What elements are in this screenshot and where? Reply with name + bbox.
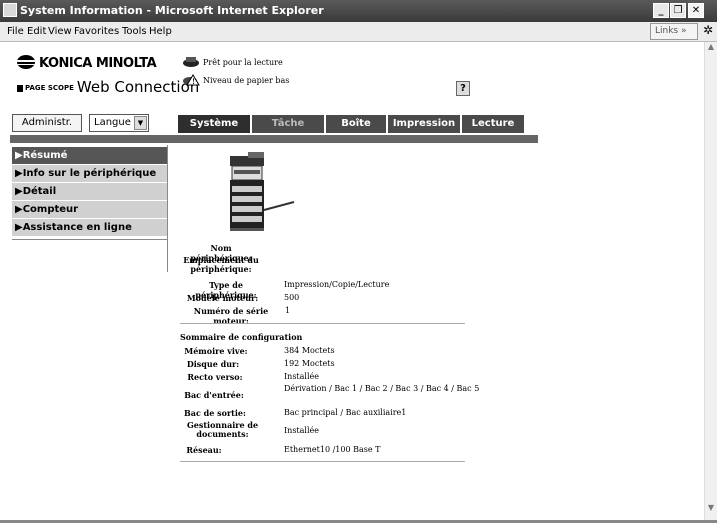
status-ready-text: Prêt pour la lecture — [203, 58, 283, 67]
sidebar-separator — [167, 145, 168, 272]
menu-edit[interactable]: Edit — [27, 26, 46, 37]
tab-lecture[interactable]: Lecture — [462, 115, 524, 133]
hdd-label: Disque dur: — [186, 359, 240, 369]
tab-impression[interactable]: Impression — [388, 115, 460, 133]
help-button[interactable]: ? — [456, 81, 470, 96]
language-label: Langue — [94, 117, 131, 128]
output-tray-label: Bac de sortie: — [184, 408, 246, 418]
web-connection-logo: PAGE SCOPE Web Connection — [17, 78, 199, 96]
engine-serial-value: 1 — [285, 306, 291, 315]
menu-favorites[interactable]: Favorites — [74, 26, 119, 37]
scroll-down-icon[interactable]: ▼ — [705, 503, 717, 516]
ram-label: Mémoire vive: — [184, 346, 248, 356]
product-name: Web Connection — [76, 78, 200, 96]
doc-manager-value: Installée — [284, 426, 319, 435]
input-tray-value: Dérivation / Bac 1 / Bac 2 / Bac 3 / Bac… — [284, 384, 480, 393]
sidebar-item-online-help[interactable]: ▶Assistance en ligne — [12, 219, 167, 237]
globe-icon — [17, 55, 35, 69]
sidebar-item-resume[interactable]: ▶Résumé — [12, 147, 167, 165]
tab-systeme[interactable]: Système — [178, 115, 250, 133]
doc-manager-label: Gestionnaire de documents: — [186, 420, 259, 439]
config-section-title: Sommaire de configuration — [180, 332, 303, 342]
section-divider — [180, 323, 465, 324]
status-paper-text: Niveau de papier bas — [203, 76, 290, 85]
ram-value: 384 Moctets — [284, 346, 335, 355]
restore-icon[interactable]: ❐ — [670, 3, 686, 18]
output-tray-value: Bac principal / Bac auxiliaire1 — [284, 408, 407, 417]
page-viewport: KONICA MINOLTA PAGE SCOPE Web Connection … — [0, 42, 704, 520]
ie-window-icon[interactable] — [3, 3, 17, 17]
tab-boite[interactable]: Boîte — [326, 115, 386, 133]
status-ready: Prêt pour la lecture — [182, 56, 283, 68]
input-tray-label: Bac d'entrée: — [184, 390, 244, 400]
duplex-value: Installée — [284, 372, 319, 381]
links-button[interactable]: Links » — [650, 23, 698, 40]
tab-tache[interactable]: Tâche — [252, 115, 324, 133]
svg-text:!: ! — [192, 77, 195, 86]
ie-throbber-icon: ✲ — [702, 23, 714, 37]
engine-model-value: 500 — [284, 293, 300, 302]
language-select[interactable]: Langue ▼ — [89, 114, 149, 132]
vertical-scrollbar[interactable]: ▲ ▼ — [704, 42, 717, 520]
duplex-label: Recto verso: — [187, 372, 243, 382]
nav-divider-bar — [10, 135, 538, 143]
close-icon[interactable]: ✕ — [688, 3, 704, 18]
sidebar-item-counter[interactable]: ▶Compteur — [12, 201, 167, 219]
admin-login-button[interactable]: Administr. — [12, 114, 82, 132]
sidebar: ▶Résumé ▶Info sur le périphérique ▶Détai… — [12, 147, 167, 240]
window-title-bar: System Information - Microsoft Internet … — [0, 0, 717, 22]
sidebar-item-device-info[interactable]: ▶Info sur le périphérique — [12, 165, 167, 183]
device-type-value: Impression/Copie/Lecture — [284, 280, 390, 289]
sidebar-item-detail[interactable]: ▶Détail — [12, 183, 167, 201]
links-label: Links — [655, 26, 679, 36]
menu-bar: File Edit View Favorites Tools Help — [0, 22, 717, 42]
menu-help[interactable]: Help — [149, 26, 172, 37]
printer-status-icon — [183, 57, 199, 67]
menu-view[interactable]: View — [48, 26, 72, 37]
minimize-icon[interactable]: _ — [653, 3, 669, 18]
section-end-divider — [180, 461, 465, 462]
status-paper: ! Niveau de papier bas — [182, 74, 289, 86]
sidebar-end-line — [12, 237, 167, 240]
konica-minolta-logo: KONICA MINOLTA — [17, 55, 157, 71]
menu-file[interactable]: File — [7, 26, 24, 37]
menu-tools[interactable]: Tools — [122, 26, 147, 37]
pagescope-mark: PAGE SCOPE — [17, 85, 74, 92]
brand-name: KONICA MINOLTA — [39, 56, 157, 71]
window-title: System Information - Microsoft Internet … — [20, 4, 324, 17]
network-value: Ethernet10 /100 Base T — [284, 445, 381, 454]
scroll-up-icon[interactable]: ▲ — [705, 42, 717, 55]
engine-model-label: Modèle moteur: — [186, 293, 259, 303]
network-label: Réseau: — [186, 445, 222, 455]
device-location-label: Emplacement du périphérique: — [183, 255, 259, 274]
copier-device-icon — [230, 152, 295, 231]
hdd-value: 192 Moctets — [284, 359, 335, 368]
warning-icon: ! — [183, 74, 200, 86]
chevron-down-icon: ▼ — [134, 116, 147, 130]
